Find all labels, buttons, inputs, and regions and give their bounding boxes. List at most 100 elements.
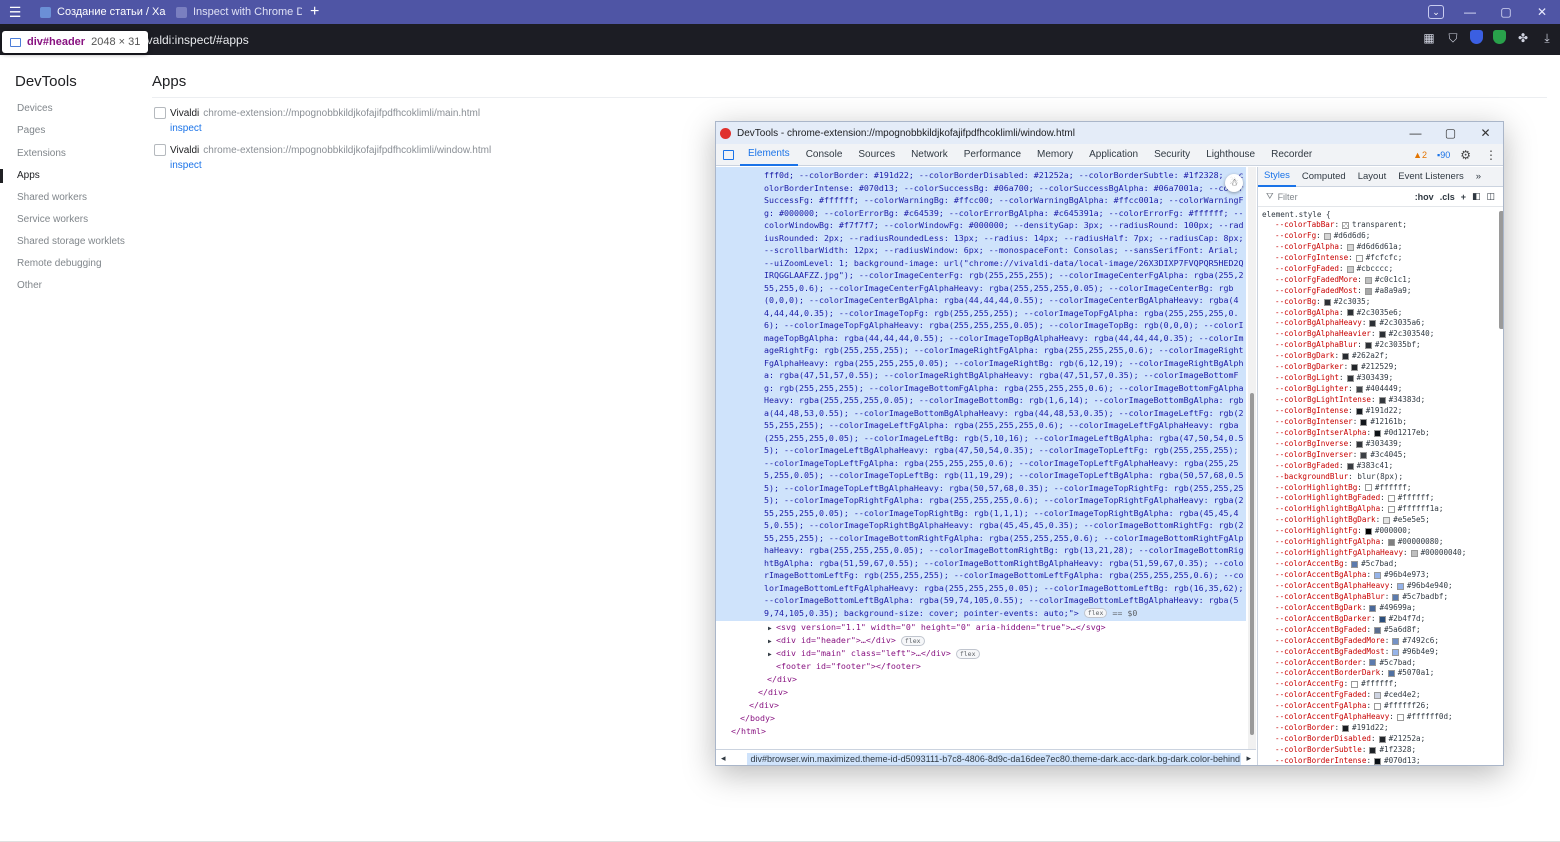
color-swatch-icon[interactable] [1342,353,1350,361]
style-declaration[interactable]: --colorBorder: #191d22; [1262,723,1503,734]
color-swatch-icon[interactable] [1387,506,1395,514]
property-name[interactable]: --colorHighlightFgAlphaHeavy [1275,548,1403,559]
style-declaration[interactable]: --colorAccentBgDarker: #2b4f7d; [1262,614,1503,625]
color-swatch-icon[interactable] [1342,221,1350,229]
property-name[interactable]: --colorBgLightIntense [1275,395,1371,406]
property-name[interactable]: --colorFgFadedMore [1275,275,1357,286]
style-declaration[interactable]: --colorHighlightFgAlphaHeavy: #00000040; [1262,548,1503,559]
style-declaration[interactable]: --colorHighlightBgAlpha: #ffffff1a; [1262,504,1503,515]
property-name[interactable]: --colorBg [1275,297,1316,308]
style-declaration[interactable]: --colorBgIntenser: #12161b; [1262,417,1503,428]
tab-elements[interactable]: Elements [740,144,798,166]
flex-badge[interactable]: flex [900,635,925,646]
qr-code-icon[interactable]: ▦ [1422,30,1436,46]
style-declaration[interactable]: --colorAccentFg: #ffffff; [1262,679,1503,690]
sidebar-item-apps[interactable]: Apps [17,170,40,181]
color-swatch-icon[interactable] [1346,462,1354,470]
color-swatch-icon[interactable] [1378,615,1386,623]
style-declaration[interactable]: --backgroundBlur: blur(8px); [1262,472,1503,483]
inspect-link[interactable]: inspect [170,160,202,171]
style-declaration[interactable]: --colorFgFaded: #cbcccc; [1262,264,1503,275]
property-name[interactable]: --colorBgLighter [1275,384,1348,395]
tab-recorder[interactable]: Recorder [1263,144,1320,166]
devtools-close-button[interactable]: ✕ [1468,122,1503,144]
property-value[interactable]: #303439 [1357,373,1389,384]
color-swatch-icon[interactable] [1355,386,1363,394]
style-declaration[interactable]: --colorHighlightBgDark: #e5e5e5; [1262,515,1503,526]
style-declaration[interactable]: --colorBgAlphaBlur: #2c3035bf; [1262,340,1503,351]
color-swatch-icon[interactable] [1396,582,1404,590]
property-name[interactable]: --colorFgFadedMost [1275,286,1357,297]
url-field[interactable]: vivaldi:inspect/#apps [138,33,249,47]
class-toggle-button[interactable]: .cls [1440,192,1455,202]
menu-icon[interactable]: ☰ [0,0,30,24]
property-name[interactable]: --colorBgAlpha [1275,308,1339,319]
dom-node-line[interactable]: </html> [716,725,1256,738]
property-name[interactable]: --colorFg [1275,231,1316,242]
tab-styles[interactable]: Styles [1258,167,1296,187]
style-declaration[interactable]: --colorFgAlpha: #d6d6d61a; [1262,242,1503,253]
color-swatch-icon[interactable] [1374,626,1382,634]
property-name[interactable]: --colorAccentFgFaded [1275,690,1366,701]
tab-security[interactable]: Security [1146,144,1198,166]
styles-filter-input[interactable]: ⛛ Filter [1266,191,1409,202]
flex-badge[interactable]: flex [1083,608,1108,618]
style-declaration[interactable]: --colorTabBar: transparent; [1262,220,1503,231]
property-value[interactable]: #2c3035bf [1375,340,1416,351]
color-swatch-icon[interactable] [1360,418,1368,426]
sidebar-item-extensions[interactable]: Extensions [17,148,66,159]
color-swatch-icon[interactable] [1355,440,1363,448]
color-swatch-icon[interactable] [1396,714,1404,722]
style-declaration[interactable]: --colorAccentBgDark: #49699a; [1262,603,1503,614]
info-count-badge[interactable]: ▪90 [1437,150,1450,160]
property-name[interactable]: --colorBgDarker [1275,362,1344,373]
bookmark-icon[interactable]: ⛉ [1446,30,1460,46]
color-swatch-icon[interactable] [1387,495,1395,503]
property-value[interactable]: #5c7bad [1379,658,1411,669]
dom-node-line[interactable]: </body> [716,712,1256,725]
sidebar-item-devices[interactable]: Devices [17,103,53,114]
style-declaration[interactable]: --colorBgLight: #303439; [1262,373,1503,384]
property-value[interactable]: #96b4e940 [1407,581,1448,592]
color-swatch-icon[interactable] [1346,243,1354,251]
hover-state-button[interactable]: :hov [1415,192,1434,202]
style-declaration[interactable]: --colorHighlightBg: #ffffff; [1262,483,1503,494]
tab-lighthouse[interactable]: Lighthouse [1198,144,1263,166]
property-value[interactable]: transparent [1352,220,1402,231]
close-button[interactable]: ✕ [1524,0,1560,24]
new-rule-button[interactable]: + [1461,192,1466,202]
property-name[interactable]: --colorAccentBgDarker [1275,614,1371,625]
breadcrumb-scroll-left-icon[interactable]: ◂ [716,753,731,764]
style-declaration[interactable]: --colorAccentBgAlpha: #96b4e973; [1262,570,1503,581]
color-swatch-icon[interactable] [1378,396,1386,404]
property-value[interactable]: blur(8px) [1357,472,1398,483]
property-value[interactable]: #34383d [1389,395,1421,406]
color-swatch-icon[interactable] [1346,309,1354,317]
property-value[interactable]: #7492c6 [1402,636,1434,647]
inspect-element-icon[interactable] [716,144,740,166]
color-swatch-icon[interactable] [1351,561,1359,569]
color-swatch-icon[interactable] [1355,407,1363,415]
property-name[interactable]: --colorAccentBgAlphaHeavy [1275,581,1389,592]
property-value[interactable]: #21252a [1389,734,1421,745]
tracker-blocker-shield-icon[interactable] [1470,30,1483,44]
property-value[interactable]: #96b4e9 [1402,647,1434,658]
color-swatch-icon[interactable] [1364,484,1372,492]
selected-node-style-attribute[interactable]: fff0d; --colorBorder: #191d22; --colorBo… [716,167,1246,621]
color-swatch-icon[interactable] [1374,429,1382,437]
property-value[interactable]: #ffffff [1398,493,1430,504]
style-declaration[interactable]: --colorBgAlphaHeavier: #2c303540; [1262,329,1503,340]
property-name[interactable]: --colorBorder [1275,723,1334,734]
tab-performance[interactable]: Performance [956,144,1029,166]
style-declaration[interactable]: --colorAccentBgFaded: #5a6d8f; [1262,625,1503,636]
property-name[interactable]: --colorAccentBgFadedMore [1275,636,1385,647]
style-declaration[interactable]: --colorBgLighter: #404449; [1262,384,1503,395]
warning-count-badge[interactable]: ▲2 [1413,150,1427,160]
color-swatch-icon[interactable] [1392,648,1400,656]
color-swatch-icon[interactable] [1351,364,1359,372]
color-swatch-icon[interactable] [1387,670,1395,678]
dom-node-line[interactable]: <footer id="footer"></footer> [716,660,1256,673]
style-declaration[interactable]: --colorBgIntense: #191d22; [1262,406,1503,417]
style-declaration[interactable]: --colorAccentBgFadedMore: #7492c6; [1262,636,1503,647]
property-value[interactable]: #0d1217eb [1384,428,1425,439]
